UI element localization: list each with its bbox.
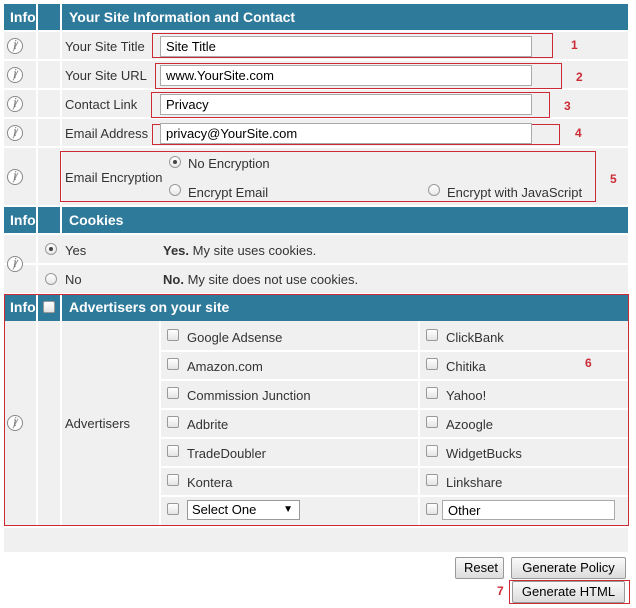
info-icon[interactable]	[7, 169, 23, 185]
advertiser-checkbox[interactable]	[167, 329, 179, 341]
email-address-label: Email Address	[65, 126, 149, 141]
marker-4: 4	[575, 126, 582, 140]
info-icon[interactable]	[7, 96, 23, 112]
email-encryption-label: Email Encryption	[65, 170, 163, 185]
advertiser-checkbox[interactable]	[426, 445, 438, 457]
marker-5: 5	[610, 172, 617, 186]
advertiser-checkbox[interactable]	[426, 416, 438, 428]
advertiser-label: WidgetBucks	[446, 446, 522, 461]
advertiser-other-checkbox[interactable]	[426, 503, 438, 515]
advertiser-checkbox[interactable]	[167, 474, 179, 486]
marker-3: 3	[564, 99, 571, 113]
site-url-input[interactable]: www.YourSite.com	[160, 65, 532, 86]
advertiser-other-input[interactable]: Other	[442, 500, 615, 520]
encrypt-email-radio[interactable]	[169, 184, 181, 196]
advertiser-label: Amazon.com	[187, 359, 263, 374]
cookies-yes-label: Yes	[65, 243, 87, 258]
advertiser-checkbox[interactable]	[167, 416, 179, 428]
chevron-down-icon: ▼	[283, 504, 293, 515]
cookies-no-radio[interactable]	[45, 273, 57, 285]
info-icon[interactable]	[7, 38, 23, 54]
site-section-title: Your Site Information and Contact	[69, 9, 296, 25]
advertiser-label: Chitika	[446, 359, 486, 374]
generate-html-button[interactable]: Generate HTML	[512, 581, 625, 603]
contact-link-label: Contact Link	[65, 97, 138, 112]
advertiser-label: ClickBank	[446, 330, 504, 345]
marker-7: 7	[497, 584, 504, 598]
cookies-no-desc-bold: No.	[163, 272, 184, 287]
info-column-header: Info	[10, 212, 36, 228]
cookies-yes-desc-text: My site uses cookies.	[192, 243, 317, 258]
cookies-no-desc-text: My site does not use cookies.	[187, 272, 359, 287]
email-address-input[interactable]: privacy@YourSite.com	[160, 123, 532, 144]
marker-6: 6	[585, 356, 592, 370]
advertiser-checkbox[interactable]	[167, 387, 179, 399]
advertiser-checkbox[interactable]	[426, 329, 438, 341]
no-encryption-radio[interactable]	[169, 156, 181, 168]
site-title-input[interactable]: Site Title	[160, 36, 532, 57]
advertiser-label: Azoogle	[446, 417, 493, 432]
encrypt-email-label: Encrypt Email	[188, 185, 269, 200]
advertisers-label: Advertisers	[65, 416, 131, 431]
advertiser-label: Commission Junction	[187, 388, 311, 403]
advertiser-select-checkbox[interactable]	[167, 503, 179, 515]
reset-button[interactable]: Reset	[455, 557, 504, 579]
cookies-section-header: Info Cookies	[4, 207, 628, 233]
cookies-yes-desc-bold: Yes.	[163, 243, 190, 258]
marker-1: 1	[571, 38, 578, 52]
info-icon[interactable]	[7, 67, 23, 83]
cookies-no-description: No. My site does not use cookies.	[163, 272, 358, 287]
advertiser-label: TradeDoubler	[187, 446, 267, 461]
advertiser-label: Yahoo!	[446, 388, 487, 403]
encrypt-javascript-radio[interactable]	[428, 184, 440, 196]
cookies-no-label: No	[65, 272, 82, 287]
info-icon[interactable]	[7, 415, 23, 431]
advertiser-checkbox[interactable]	[167, 358, 179, 370]
cookies-yes-description: Yes. My site uses cookies.	[163, 243, 316, 258]
info-icon[interactable]	[7, 256, 23, 272]
advertiser-select[interactable]: Select One ▼	[187, 500, 300, 520]
marker-2: 2	[576, 70, 583, 84]
advertiser-checkbox[interactable]	[426, 358, 438, 370]
advertiser-label: Kontera	[187, 475, 233, 490]
advertiser-checkbox[interactable]	[426, 474, 438, 486]
advertiser-label: Adbrite	[187, 417, 229, 432]
no-encryption-label: No Encryption	[188, 156, 270, 171]
advertiser-select-value: Select One	[192, 502, 257, 517]
site-title-label: Your Site Title	[65, 39, 145, 54]
advertiser-checkbox[interactable]	[426, 387, 438, 399]
cookies-section-title: Cookies	[69, 212, 124, 228]
advertiser-label: Linkshare	[446, 475, 503, 490]
site-url-label: Your Site URL	[65, 68, 147, 83]
info-column-header: Info	[10, 9, 36, 25]
info-icon[interactable]	[7, 125, 23, 141]
generate-policy-button[interactable]: Generate Policy	[511, 557, 626, 579]
advertiser-checkbox[interactable]	[167, 445, 179, 457]
advertiser-label: Google Adsense	[187, 330, 283, 345]
contact-link-input[interactable]: Privacy	[160, 94, 532, 115]
encrypt-javascript-label: Encrypt with JavaScript	[447, 185, 583, 200]
cookies-yes-radio[interactable]	[45, 243, 57, 255]
site-section-header: Info Your Site Information and Contact	[4, 4, 628, 30]
